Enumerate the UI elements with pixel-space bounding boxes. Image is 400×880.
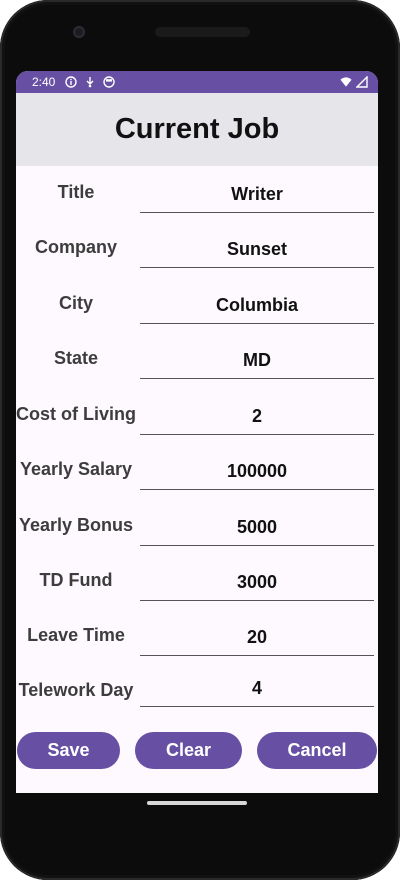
form-row-cost-of-living: Cost of Living [16, 388, 378, 443]
telework-day-input[interactable] [140, 670, 374, 706]
leave-time-input[interactable] [140, 619, 374, 655]
form-row-leave-time: Leave Time [16, 609, 378, 664]
action-buttons: Save Clear Cancel [16, 732, 378, 770]
wifi-icon [340, 76, 352, 88]
info-icon [65, 76, 78, 88]
cost-of-living-field[interactable] [140, 398, 374, 435]
title-input[interactable] [140, 176, 374, 212]
telework-day-field[interactable] [140, 670, 374, 707]
form-row-company: Company [16, 221, 378, 276]
cell-signal-icon [356, 76, 368, 88]
field-label: State [53, 348, 98, 368]
app-screen: 2:40 Current Job Title Writer Company Su… [16, 71, 378, 793]
clear-button[interactable]: Clear [135, 732, 242, 769]
status-time: 2:40 [32, 75, 56, 89]
save-button[interactable]: Save [17, 732, 120, 769]
yearly-salary-field[interactable] [140, 453, 374, 490]
field-label: Leave Time [27, 625, 125, 645]
leave-time-field[interactable] [140, 619, 374, 656]
page-title: Current Job [114, 113, 280, 145]
title-field[interactable] [140, 176, 374, 213]
download-icon [84, 76, 96, 88]
app-icon [103, 76, 116, 88]
phone-frame: 2:40 Current Job Title Writer Company Su… [0, 0, 400, 880]
yearly-bonus-input[interactable] [140, 509, 374, 545]
company-field[interactable] [140, 231, 374, 268]
front-camera [73, 26, 85, 38]
td-fund-field[interactable] [140, 564, 374, 601]
field-label: Telework Day [18, 680, 134, 700]
earpiece-speaker [155, 27, 250, 37]
cancel-button[interactable]: Cancel [257, 732, 377, 769]
td-fund-input[interactable] [140, 564, 374, 600]
field-label: TD Fund [39, 570, 113, 590]
app-header: Current Job [16, 93, 378, 166]
cost-of-living-input[interactable] [140, 398, 374, 434]
form-row-telework-day: Telework Day [16, 664, 378, 719]
form-row-state: State [16, 332, 378, 387]
field-label: Company [34, 237, 117, 257]
status-bar: 2:40 [16, 71, 378, 93]
yearly-salary-input[interactable] [140, 453, 374, 489]
field-label: Yearly Salary [19, 459, 133, 479]
form-row-city: City [16, 277, 378, 332]
field-label: Title [57, 182, 95, 202]
field-label: Cost of Living [16, 404, 136, 424]
home-gesture-bar[interactable] [147, 801, 247, 805]
state-field[interactable] [140, 342, 374, 379]
state-input[interactable] [140, 342, 374, 378]
form-row-yearly-bonus: Yearly Bonus [16, 499, 378, 554]
city-field[interactable] [140, 287, 374, 324]
yearly-bonus-field[interactable] [140, 509, 374, 546]
field-label: City [58, 293, 93, 313]
field-label: Yearly Bonus [18, 515, 134, 535]
city-input[interactable] [140, 287, 374, 323]
form-row-title: Title [16, 166, 378, 221]
form-row-yearly-salary: Yearly Salary [16, 443, 378, 498]
company-input[interactable] [140, 231, 374, 267]
form-row-td-fund: TD Fund [16, 554, 378, 609]
